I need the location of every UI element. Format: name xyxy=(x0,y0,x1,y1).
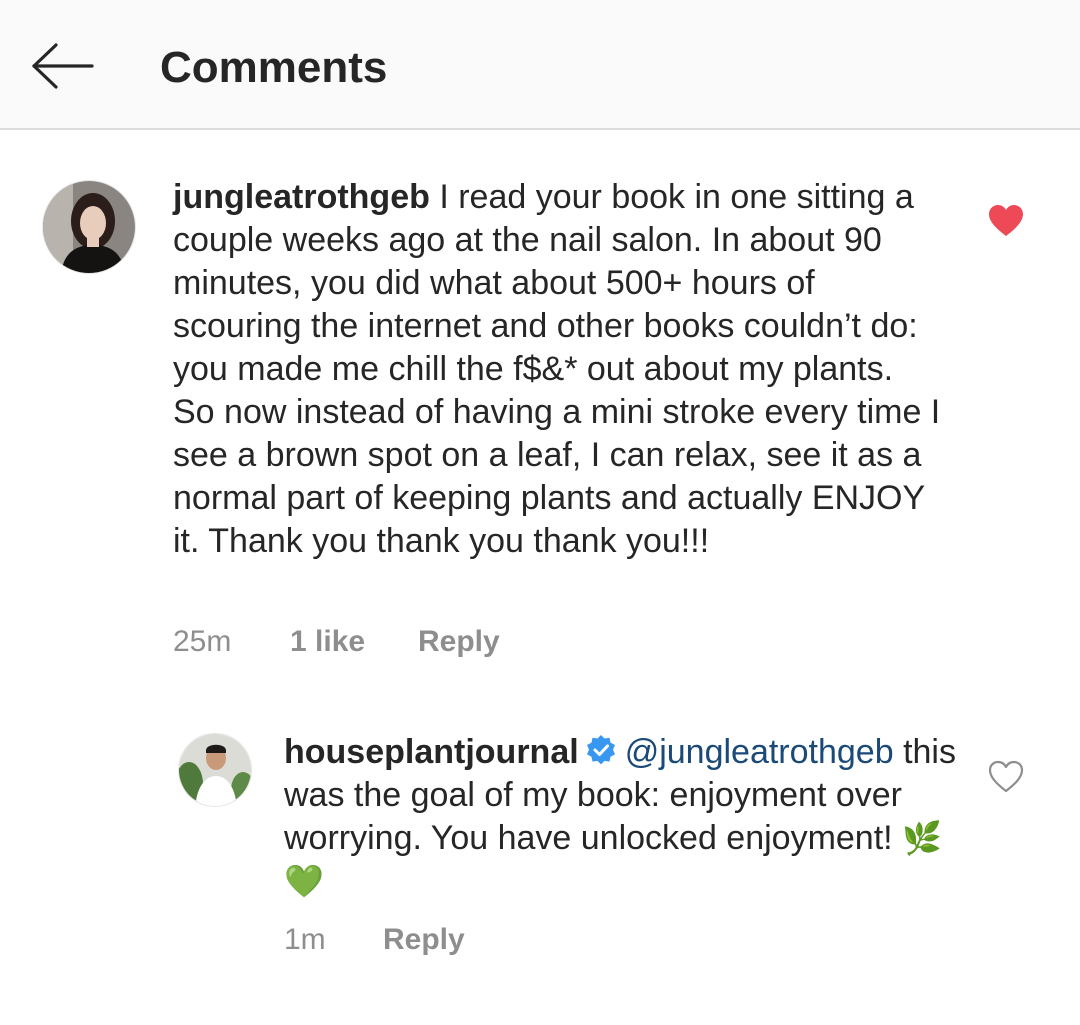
top-bar: Comments xyxy=(0,0,1080,130)
comment-timestamp: 25m xyxy=(173,625,232,658)
comment-text: I read your book in one sitting a couple… xyxy=(173,178,941,560)
comment-body: jungleatrothgeb I read your book in one … xyxy=(173,176,943,563)
reply-body: houseplantjournal @jungleatrothgeb this w… xyxy=(284,731,964,903)
comment-username[interactable]: jungleatrothgeb xyxy=(173,178,430,216)
profile-photo xyxy=(43,181,135,273)
comment-meta: 25m 1 like Reply xyxy=(173,622,573,662)
reply-button[interactable]: Reply xyxy=(383,920,465,960)
like-count[interactable]: 1 like xyxy=(290,622,365,662)
green-heart-emoji: 💚 xyxy=(284,862,324,900)
verified-badge-icon xyxy=(585,734,617,766)
profile-photo xyxy=(179,734,251,806)
reply-meta: 1m Reply xyxy=(284,920,584,960)
like-button[interactable] xyxy=(988,204,1024,238)
like-button[interactable] xyxy=(988,760,1024,794)
heart-filled-icon xyxy=(989,205,1023,236)
reply-username[interactable]: houseplantjournal xyxy=(284,733,579,771)
heart-outline-icon xyxy=(988,760,1024,793)
reply-button[interactable]: Reply xyxy=(418,622,500,662)
herb-emoji: 🌿 xyxy=(902,819,942,857)
page-title: Comments xyxy=(160,43,388,92)
mention-link[interactable]: @jungleatrothgeb xyxy=(625,733,894,771)
avatar[interactable] xyxy=(42,180,136,274)
back-button[interactable] xyxy=(28,40,98,92)
reply-timestamp: 1m xyxy=(284,923,326,956)
arrow-left-icon xyxy=(32,43,94,89)
avatar[interactable] xyxy=(178,733,252,807)
